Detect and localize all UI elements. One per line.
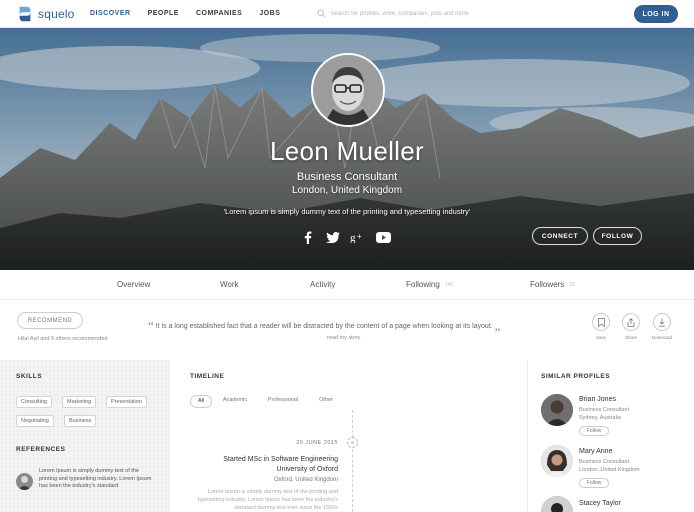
save-label: Save	[595, 335, 607, 340]
similar-avatar[interactable]	[541, 445, 573, 477]
similar-follow-button[interactable]: Follow	[579, 426, 609, 436]
skill-tag[interactable]: Consulting	[16, 396, 52, 408]
reference-avatar	[16, 473, 33, 490]
similar-role: Business Consultant	[579, 407, 630, 413]
search-icon	[317, 9, 326, 18]
similar-location: London, United Kingdom	[579, 467, 640, 473]
tab-label: Following	[406, 280, 440, 289]
close-quote-icon: „	[494, 318, 501, 333]
read-story-link[interactable]: read my story	[327, 335, 360, 341]
social-links: g +	[300, 230, 400, 244]
share-circle	[622, 313, 640, 331]
filter-all[interactable]: All	[190, 395, 212, 408]
tab-label: Activity	[310, 280, 336, 289]
story-quote-text: It is a long established fact that a rea…	[155, 323, 493, 330]
timeline-heading: TIMELINE	[190, 373, 225, 380]
similar-follow-button[interactable]: Follow	[579, 478, 609, 488]
squelo-logo-icon	[19, 6, 31, 21]
connect-button[interactable]: CONNECT	[532, 227, 588, 245]
filter-academic[interactable]: Academic	[218, 395, 252, 408]
nav-discover[interactable]: DISCOVER	[90, 10, 131, 17]
download-action[interactable]: Download	[651, 313, 673, 340]
follow-button[interactable]: FOLLOW	[593, 227, 642, 245]
timeline-entry-location: Oxford, United Kingdom	[273, 477, 338, 483]
following-count: 145	[444, 281, 454, 288]
nav-jobs[interactable]: JOBS	[259, 10, 280, 17]
tab-overview[interactable]: Overview	[117, 280, 150, 289]
similar-name[interactable]: Stacey Taylor	[579, 500, 621, 507]
share-action[interactable]: Share	[620, 313, 642, 340]
skill-tag[interactable]: Negotiating	[16, 415, 54, 427]
timeline-line	[352, 410, 353, 512]
references-heading: REFERENCES	[16, 446, 66, 453]
timeline-entry-desc: Lorem Ipsum is simply dummy text of the …	[197, 489, 338, 511]
login-button[interactable]: LOG IN	[634, 5, 678, 23]
skill-tag[interactable]: Business	[64, 415, 97, 427]
profile-quote: 'Lorem ipsum is simply dummy text of the…	[223, 207, 471, 216]
timeline-entry-org: University of Oxford	[276, 466, 338, 473]
tab-following[interactable]: Following 145	[406, 280, 453, 289]
nav-people[interactable]: PEOPLE	[148, 10, 179, 17]
similar-name[interactable]: Mary Anne	[579, 448, 612, 455]
tab-followers[interactable]: Followers 23	[530, 280, 575, 289]
svg-text:+: +	[357, 232, 362, 241]
search-input[interactable]	[330, 10, 571, 17]
profile-avatar	[311, 53, 385, 127]
timeline-entry-title[interactable]: Started MSc in Software Engineering	[190, 456, 338, 463]
profile-location: London, United Kingdom	[291, 185, 403, 196]
story-quote: “ It is a long established fact that a r…	[148, 318, 548, 334]
svg-text:g: g	[350, 232, 356, 243]
tab-label: Overview	[117, 280, 151, 289]
youtube-icon[interactable]	[375, 230, 391, 244]
reference-text: Lorem Ipsum is simply dummy text of the …	[39, 468, 152, 489]
skills-heading: SKILLS	[16, 373, 43, 380]
google-plus-icon[interactable]: g +	[350, 230, 366, 244]
profile-name: Leon Mueller	[270, 136, 424, 166]
top-navbar: squelo DISCOVER PEOPLE COMPANIES JOBS LO…	[0, 0, 694, 28]
similar-portrait-icon	[541, 394, 573, 426]
skill-tag[interactable]: Presentation	[106, 396, 147, 408]
filter-other[interactable]: Other	[313, 395, 339, 408]
logo-text: squelo	[38, 6, 75, 21]
filter-professional[interactable]: Professional	[262, 395, 304, 408]
followers-count: 23	[569, 281, 575, 288]
profile-tabs: Overview Work Activity Following 145 Foll…	[0, 270, 694, 300]
search-bar	[317, 9, 577, 18]
tab-activity[interactable]: Activity	[310, 280, 335, 289]
save-action[interactable]: Save	[590, 313, 612, 340]
avatar-portrait-icon	[313, 55, 383, 125]
similar-portrait-icon	[541, 445, 573, 477]
similar-avatar[interactable]	[541, 394, 573, 426]
right-sidebar	[527, 360, 694, 512]
save-circle	[592, 313, 610, 331]
twitter-icon[interactable]	[325, 230, 341, 244]
profile-title: Business Consultant	[296, 171, 398, 183]
tab-label: Followers	[530, 280, 565, 289]
bookmark-icon	[597, 317, 605, 327]
timeline-date: 20 JUNE 2015	[296, 440, 338, 446]
logo[interactable]: squelo	[16, 5, 90, 23]
timeline-dot	[347, 437, 358, 448]
similar-name[interactable]: Brian Jones	[579, 396, 616, 403]
download-icon	[658, 318, 666, 327]
similar-location: Sydney, Australia	[579, 415, 622, 421]
share-icon	[627, 317, 635, 327]
recommend-button[interactable]: RECOMMEND	[17, 312, 83, 329]
share-label: Share	[624, 335, 637, 340]
skill-tag[interactable]: Marketing	[62, 396, 97, 408]
similar-role: Business Consultant	[579, 459, 630, 465]
profile-hero: Leon Mueller Business Consultant London,…	[0, 28, 694, 270]
recommend-note: Hilal Ayil and 9 others recommended	[18, 336, 108, 342]
download-circle	[653, 313, 671, 331]
tab-work[interactable]: Work	[220, 280, 239, 289]
nav-companies[interactable]: COMPANIES	[196, 10, 242, 17]
reference-portrait-icon	[18, 476, 31, 490]
tab-label: Work	[220, 280, 239, 289]
similar-profiles-heading: SIMILAR PROFILES	[541, 373, 611, 380]
facebook-icon[interactable]	[300, 230, 316, 244]
open-quote-icon: “	[148, 318, 154, 333]
download-label: Download	[651, 335, 672, 340]
